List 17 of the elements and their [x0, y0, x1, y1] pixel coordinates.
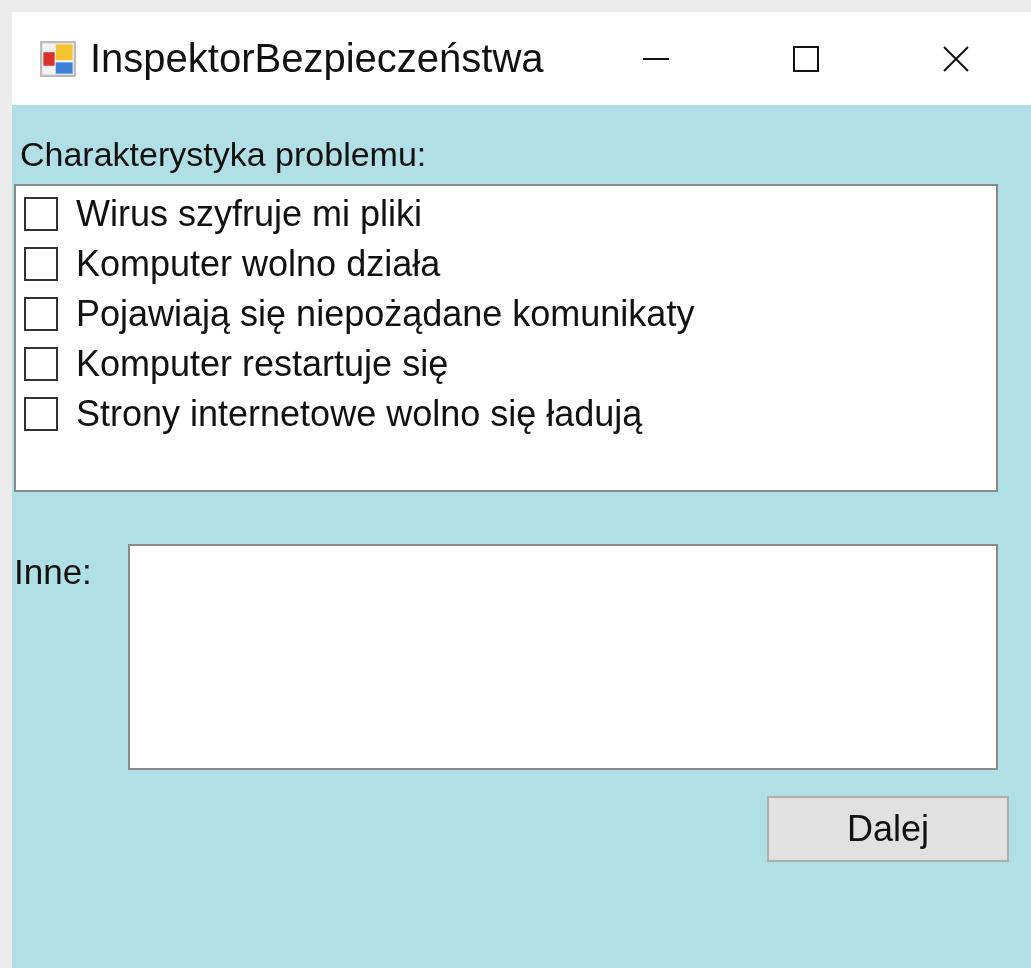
window-title: InspektorBezpieczeństwa [90, 36, 545, 81]
checkbox[interactable] [24, 197, 58, 231]
checkbox[interactable] [24, 247, 58, 281]
field-label: Charakterystyka problemu: [20, 135, 428, 174]
checkbox-label: Komputer restartuje się [76, 343, 449, 385]
checkbox-label: Komputer wolno działa [76, 243, 441, 285]
application-icon [40, 40, 76, 77]
next-button[interactable]: Dalej [767, 796, 1009, 862]
checkbox[interactable] [24, 397, 58, 431]
checkbox-label: Pojawiają się niepożądane komunikaty [76, 293, 695, 335]
minimize-icon [643, 57, 669, 60]
field-label: Inne: [14, 552, 93, 593]
checkbox[interactable] [24, 297, 58, 331]
text-area[interactable] [128, 544, 998, 770]
checkbox[interactable] [24, 347, 58, 381]
checkbox-label: Strony internetowe wolno się ładują [76, 393, 643, 435]
checkbox-label: Wirus szyfruje mi pliki [76, 193, 423, 235]
